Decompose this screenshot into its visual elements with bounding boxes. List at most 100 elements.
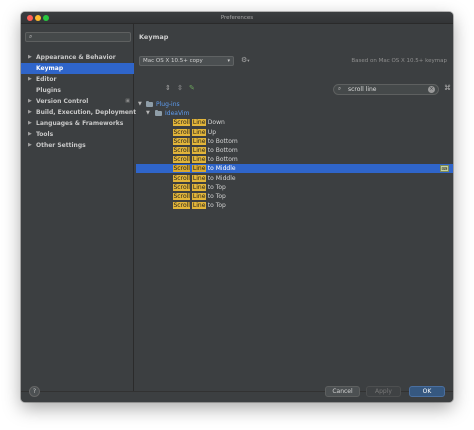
title-bar: Preferences (21, 12, 453, 24)
keymap-action-row[interactable]: Scroll Line to Middle ⌨ (136, 164, 453, 174)
keymap-search-value: scroll line (348, 86, 377, 93)
action-label-rest: to Bottom (205, 156, 238, 164)
sidebar-item-label: Editor (36, 76, 57, 83)
keymap-action-row[interactable]: Scroll Line to Top (136, 201, 453, 210)
action-label-rest: to Middle (205, 174, 236, 182)
action-label-rest: to Middle (205, 165, 236, 173)
sidebar-item[interactable]: ▶ Languages & Frameworks (21, 118, 134, 129)
keymap-action-tree: ▼ Plug-ins ▼ IdeaVim Scroll Line Down Scroll … (136, 98, 453, 388)
action-label: Scroll Line to Top (173, 201, 226, 210)
search-match: Line (192, 202, 206, 210)
chevron-down-icon[interactable]: ▼ (138, 100, 142, 109)
keymap-action-row[interactable]: Scroll Line to Top (136, 192, 453, 201)
collapse-all-icon[interactable]: ⇳ (177, 84, 183, 92)
project-scope-icon: ▣ (125, 98, 130, 104)
action-label-rest: to Bottom (205, 147, 238, 154)
keymap-action-row[interactable]: Scroll Line to Top (136, 183, 453, 192)
settings-search-input[interactable]: ⌕ (25, 32, 131, 42)
tree-node-label: IdeaVim (165, 110, 190, 118)
close-window-button[interactable] (27, 15, 33, 21)
keymap-settings-button[interactable]: ⚙▾ (241, 56, 250, 66)
action-label-rest: to Top (205, 183, 226, 191)
edit-pencil-icon[interactable]: ✎ (189, 84, 195, 92)
expand-all-icon[interactable]: ⇕ (165, 84, 171, 92)
action-label: Scroll Line to Bottom (173, 146, 238, 155)
keymap-preset-value: Mac OS X 10.5+ copy (143, 58, 203, 64)
sidebar-item[interactable]: ▶ Appearance & Behavior (21, 52, 134, 63)
chevron-right-icon[interactable]: ▶ (28, 140, 32, 151)
ok-button[interactable]: OK (409, 386, 445, 397)
keymap-action-row[interactable]: Scroll Line to Bottom (136, 146, 453, 155)
clear-search-icon[interactable]: × (428, 86, 435, 93)
action-label: Scroll Line to Middle (173, 174, 236, 183)
settings-tree: ▶ Appearance & Behavior Keymap ▶ Editor Plugi… (21, 52, 137, 151)
tree-node-label: Plug-ins (156, 101, 180, 108)
based-on-label: Based on Mac OS X 10.5+ keymap (351, 58, 447, 64)
search-match: Scroll (173, 202, 191, 210)
chevron-right-icon[interactable]: ▶ (28, 74, 32, 85)
search-match: Scroll (173, 183, 191, 191)
keymap-search-input[interactable]: ⌕ scroll line × (333, 84, 439, 95)
chevron-right-icon[interactable]: ▶ (28, 96, 32, 107)
sidebar-item[interactable]: ▶ Other Settings (21, 140, 134, 151)
keymap-preset-select[interactable]: Mac OS X 10.5+ copy ▾ (139, 56, 234, 66)
sidebar-item[interactable]: ▶ Version Control ▣ (21, 96, 134, 107)
action-label-rest: to Bottom (205, 137, 238, 145)
keymap-action-row[interactable]: Scroll Line to Middle (136, 174, 453, 183)
chevron-down-icon: ▾ (227, 58, 230, 64)
sidebar-item-label: Plugins (36, 87, 61, 94)
action-label: Scroll Line to Middle (173, 164, 236, 173)
sidebar-item-label: Build, Execution, Deployment (36, 109, 137, 116)
sidebar-item-label: Appearance & Behavior (36, 54, 116, 61)
folder-icon (155, 110, 162, 117)
chevron-right-icon[interactable]: ▶ (28, 52, 32, 63)
sidebar-item-label: Version Control (36, 98, 89, 105)
apply-button[interactable]: Apply (366, 386, 401, 397)
chevron-down-icon: ▾ (247, 59, 250, 64)
zoom-window-button[interactable] (43, 15, 49, 21)
chevron-right-icon[interactable]: ▶ (28, 118, 32, 129)
search-match: Scroll (173, 165, 191, 173)
action-label: Scroll Line Up (173, 128, 216, 137)
sidebar-item[interactable]: Plugins (21, 85, 134, 96)
find-by-shortcut-icon[interactable]: ⌘ (444, 84, 451, 92)
keymap-action-row[interactable]: Scroll Line to Bottom (136, 155, 453, 164)
help-button[interactable]: ? (29, 386, 40, 397)
search-match: Line (192, 119, 206, 127)
action-label-rest: to Top (205, 193, 226, 200)
search-match: Scroll (173, 174, 191, 182)
keymap-action-row[interactable]: Scroll Line Down (136, 118, 453, 127)
sidebar-item-label: Keymap (36, 65, 64, 72)
minimize-window-button[interactable] (35, 15, 41, 21)
sidebar-item[interactable]: ▶ Build, Execution, Deployment (21, 107, 137, 118)
tree-node-plugins[interactable]: ▼ Plug-ins (136, 100, 453, 109)
sidebar-item[interactable]: Keymap (21, 63, 134, 74)
cancel-button[interactable]: Cancel (325, 386, 360, 397)
action-label-rest: to Top (205, 202, 226, 210)
action-label-rest: Down (205, 119, 225, 127)
chevron-right-icon[interactable]: ▶ (28, 107, 32, 118)
search-match: Line (192, 193, 206, 200)
keymap-action-row[interactable]: Scroll Line Up (136, 128, 453, 137)
search-match: Line (192, 137, 206, 145)
chevron-right-icon[interactable]: ▶ (28, 129, 32, 140)
sidebar-item-label: Tools (36, 131, 54, 138)
search-icon: ⌕ (29, 33, 33, 40)
keymap-action-row[interactable]: Scroll Line to Bottom (136, 137, 453, 146)
action-label: Scroll Line to Bottom (173, 155, 238, 164)
search-match: Scroll (173, 128, 191, 136)
tree-node-ideavim[interactable]: ▼ IdeaVim (136, 109, 453, 118)
chevron-down-icon[interactable]: ▼ (146, 109, 150, 118)
sidebar-item[interactable]: ▶ Tools (21, 129, 134, 140)
keymap-panel: Keymap Mac OS X 10.5+ copy ▾ ⚙▾ Based on… (135, 24, 453, 391)
search-match: Line (192, 147, 206, 154)
sidebar-item[interactable]: ▶ Editor (21, 74, 134, 85)
preferences-window: Preferences ⌕ ▶ Appearance & Behavior Keym… (21, 12, 453, 402)
search-match: Scroll (173, 137, 191, 145)
dialog-button-bar: ? Cancel Apply OK (21, 386, 453, 402)
search-match: Line (192, 156, 206, 164)
shortcut-icon: ⌨ (440, 165, 449, 173)
window-title: Preferences (220, 15, 254, 21)
action-label: Scroll Line to Top (173, 183, 226, 192)
search-match: Line (192, 165, 206, 173)
